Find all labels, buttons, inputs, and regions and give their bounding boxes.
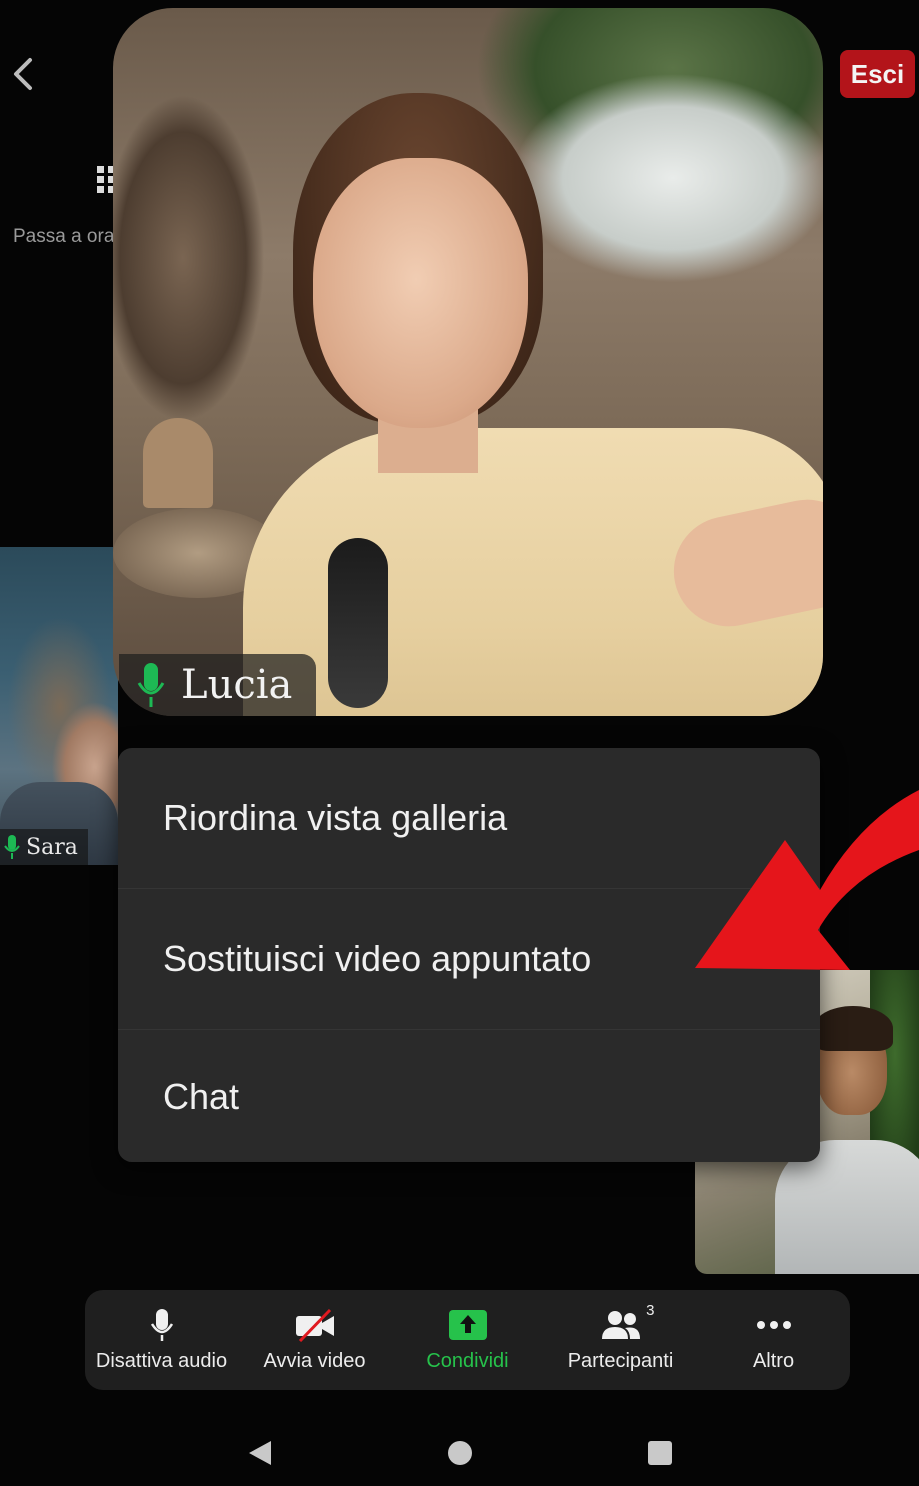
exit-button[interactable]: Esci xyxy=(840,50,915,98)
video-label: Avvia video xyxy=(263,1349,366,1372)
video-frame-detail xyxy=(313,158,528,428)
participants-count: 3 xyxy=(646,1301,655,1319)
mic-icon xyxy=(4,835,20,859)
more-label: Altro xyxy=(752,1349,795,1372)
menu-item-replace-pinned-video[interactable]: Sostituisci video appuntato xyxy=(118,889,820,1030)
share-button[interactable]: Condividi xyxy=(391,1290,544,1390)
start-video-button[interactable]: Avvia video xyxy=(238,1290,391,1390)
mic-icon xyxy=(150,1308,174,1342)
switch-view-label[interactable]: Passa a ora xyxy=(13,226,117,248)
pinned-video-lucia[interactable]: Lucia xyxy=(113,8,823,716)
circle-home-icon xyxy=(447,1441,472,1465)
nav-home-button[interactable] xyxy=(430,1428,490,1478)
pinned-name-bar: Lucia xyxy=(119,654,317,716)
context-menu: Riordina vista galleria Sostituisci vide… xyxy=(118,748,820,1162)
share-label: Condividi xyxy=(426,1349,509,1372)
participant-name: Sara xyxy=(26,834,78,860)
square-recents-icon xyxy=(647,1441,672,1465)
participants-button[interactable]: 3 Partecipanti xyxy=(544,1290,697,1390)
back-arrow-icon xyxy=(14,58,32,90)
menu-item-reorder-gallery[interactable]: Riordina vista galleria xyxy=(118,748,820,889)
participant-tile-sara[interactable]: Sara xyxy=(0,547,118,865)
mute-label: Disattiva audio xyxy=(95,1349,228,1372)
menu-item-chat[interactable]: Chat xyxy=(118,1030,820,1162)
more-icon xyxy=(756,1308,792,1342)
more-button[interactable]: Altro xyxy=(697,1290,850,1390)
tile-name-bar: Sara xyxy=(0,829,88,865)
video-frame-detail xyxy=(328,538,388,708)
share-icon xyxy=(448,1308,488,1342)
nav-recents-button[interactable] xyxy=(630,1428,690,1478)
participants-icon: 3 xyxy=(601,1302,655,1342)
mute-button[interactable]: Disattiva audio xyxy=(85,1290,238,1390)
nav-back-button[interactable] xyxy=(230,1428,290,1478)
meeting-screen: Passa a ora Esci Sara Lucia Riordina vis… xyxy=(0,0,919,1486)
video-frame-detail xyxy=(813,1006,893,1051)
participants-label: Partecipanti xyxy=(567,1349,674,1372)
back-button[interactable] xyxy=(4,50,44,100)
participant-name: Lucia xyxy=(181,662,293,708)
system-nav-bar xyxy=(0,1420,919,1486)
meeting-toolbar: Disattiva audio Avvia video Condividi 3 … xyxy=(85,1290,850,1390)
triangle-back-icon xyxy=(248,1441,271,1465)
mic-icon xyxy=(137,663,165,707)
video-frame-detail xyxy=(143,418,213,508)
video-off-icon xyxy=(294,1308,336,1342)
